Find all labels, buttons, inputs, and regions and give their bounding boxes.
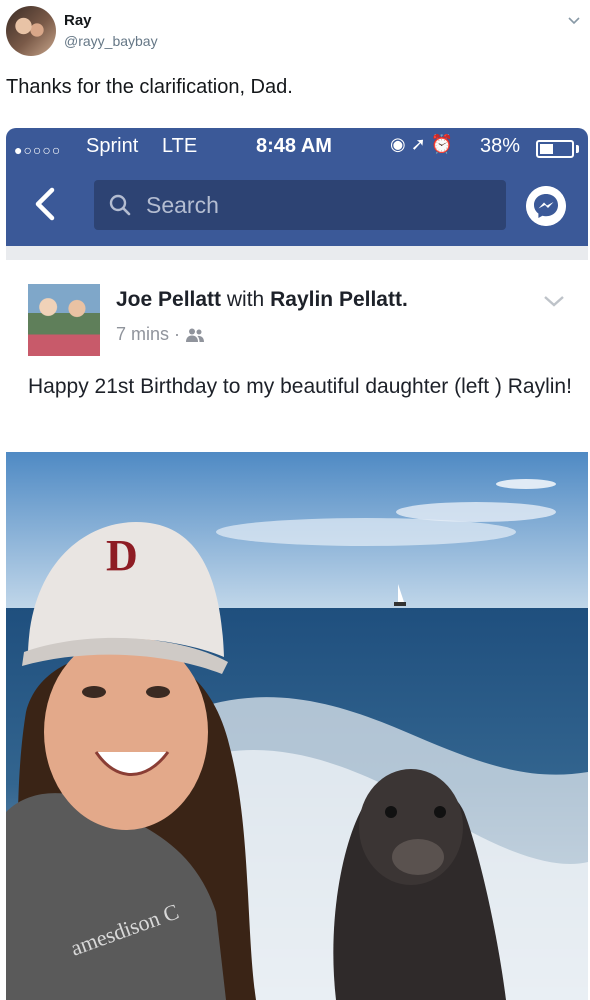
tweet-header: Ray @rayy_baybay xyxy=(0,0,590,70)
search-icon xyxy=(109,194,131,216)
post-options-chevron-icon[interactable] xyxy=(542,292,566,310)
post-text: Happy 21st Birthday to my beautiful daug… xyxy=(28,375,572,398)
post-photo[interactable]: D amesdison C xyxy=(6,452,588,1000)
network-type: LTE xyxy=(162,135,198,157)
search-input[interactable]: Search xyxy=(94,180,506,230)
status-time: 8:48 AM xyxy=(256,135,332,157)
sea-lion-eye xyxy=(434,806,446,818)
signal-strength-icon: ●○○○○ xyxy=(14,142,62,158)
status-icons: ◉ ➚ ⏰ xyxy=(390,134,454,154)
facebook-header: ●○○○○ Sprint LTE 8:48 AM ◉ ➚ ⏰ 38% Searc… xyxy=(6,128,588,246)
eye xyxy=(146,686,170,698)
battery-icon xyxy=(536,140,574,158)
post-author-line: Joe Pellatt with Raylin Pellatt. xyxy=(116,288,408,312)
embedded-screenshot: ●○○○○ Sprint LTE 8:48 AM ◉ ➚ ⏰ 38% Searc… xyxy=(6,128,588,1000)
meta-separator: · xyxy=(174,324,181,344)
post-timestamp[interactable]: 7 mins xyxy=(116,324,169,344)
battery-percentage: 38% xyxy=(480,135,521,157)
sailboat-hull xyxy=(394,602,406,606)
eye xyxy=(82,686,106,698)
search-placeholder: Search xyxy=(146,192,219,218)
tweet-text: Thanks for the clarification, Dad. xyxy=(6,76,293,98)
battery-tip xyxy=(576,145,579,153)
cloud xyxy=(216,518,516,546)
tweet-handle[interactable]: @rayy_baybay xyxy=(64,33,158,49)
face xyxy=(44,634,208,830)
post-author-name[interactable]: Joe Pellatt xyxy=(116,288,221,311)
facebook-post: Joe Pellatt with Raylin Pellatt. 7 mins … xyxy=(6,260,588,1000)
carrier-name: Sprint xyxy=(86,135,139,157)
friends-audience-icon[interactable] xyxy=(185,327,205,343)
post-tagged-name[interactable]: Raylin Pellatt. xyxy=(270,288,408,311)
cloud xyxy=(496,479,556,489)
photo-illustration: D amesdison C xyxy=(6,452,588,1000)
tweet-display-name[interactable]: Ray xyxy=(64,12,92,29)
chevron-down-icon[interactable] xyxy=(566,12,582,28)
sea-lion-muzzle xyxy=(392,839,444,875)
back-arrow-icon[interactable] xyxy=(28,184,64,224)
sea-lion-eye xyxy=(385,806,397,818)
post-with-word: with xyxy=(226,288,265,311)
avatar[interactable] xyxy=(6,6,56,56)
post-meta: 7 mins · xyxy=(116,324,205,345)
cap-logo: D xyxy=(106,531,138,580)
messenger-icon[interactable] xyxy=(526,186,566,226)
post-author-avatar[interactable] xyxy=(28,284,100,356)
status-bar: ●○○○○ Sprint LTE 8:48 AM ◉ ➚ ⏰ 38% xyxy=(6,128,588,168)
